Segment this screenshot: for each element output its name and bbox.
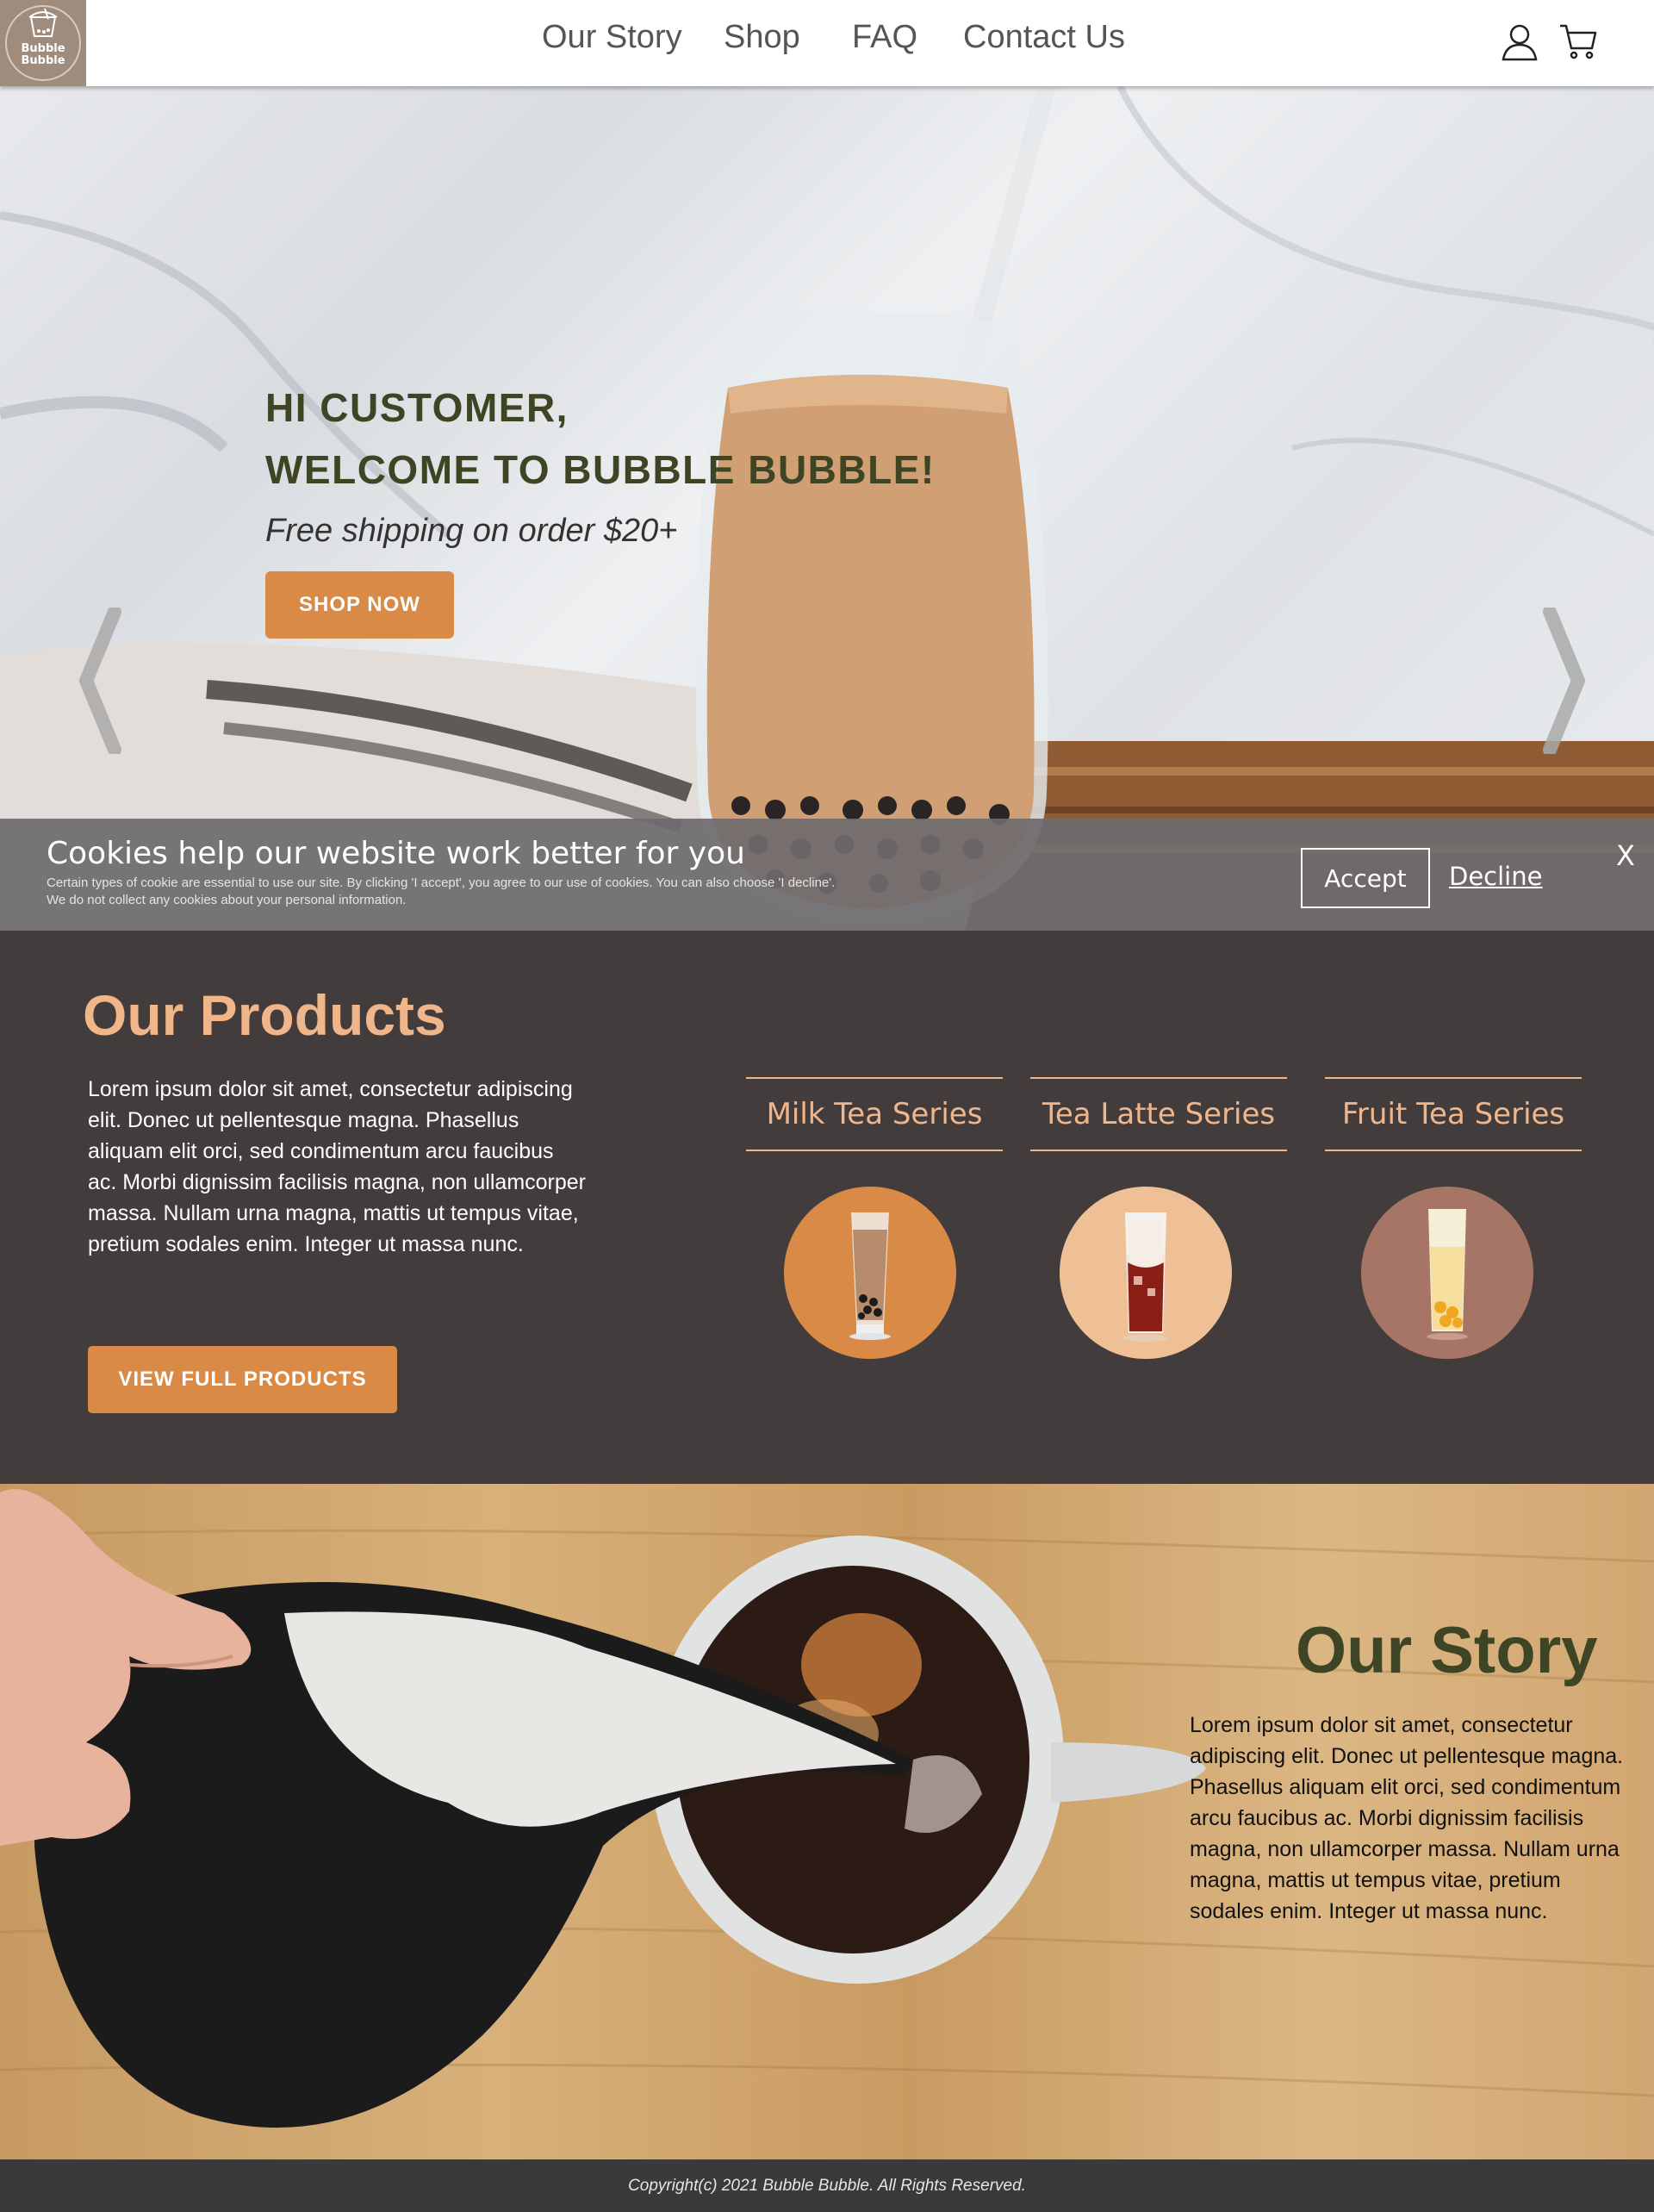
user-icon[interactable] [1499,21,1540,62]
chevron-left-icon[interactable] [76,608,127,754]
hero-background-image [0,86,1654,931]
story-heading: Our Story [1296,1614,1598,1687]
tab-tea-latte-series[interactable]: Tea Latte Series [1030,1077,1287,1151]
milk-tea-product[interactable] [784,1187,956,1359]
nav-contact-us[interactable]: Contact Us [963,19,1125,56]
view-full-products-button[interactable]: VIEW FULL PRODUCTS [88,1346,397,1413]
cookie-title: Cookies help our website work better for… [47,836,745,871]
nav-faq[interactable]: FAQ [852,19,917,56]
fruit-tea-drink-image [1427,1209,1468,1340]
close-icon[interactable]: X [1616,839,1635,872]
decline-cookies-link[interactable]: Decline [1449,862,1542,891]
products-heading: Our Products [83,983,446,1047]
products-description: Lorem ipsum dolor sit amet, consectetur … [88,1077,587,1256]
products-section: Our Products Lorem ipsum dolor sit amet,… [0,931,1654,1484]
site-header: Bubble Bubble Our Story Shop FAQ Contact… [0,0,1654,86]
hero-welcome: WELCOME TO BUBBLE BUBBLE! [265,447,936,492]
fruit-tea-product[interactable] [1361,1187,1533,1359]
shop-now-button[interactable]: SHOP NOW [265,571,454,639]
story-section: Our Story Lorem ipsum dolor sit amet, co… [0,1484,1654,2159]
chevron-right-icon[interactable] [1537,608,1589,754]
logo-text-line2: Bubble [21,54,65,67]
tab-fruit-tea-series[interactable]: Fruit Tea Series [1325,1077,1582,1151]
copyright-text: Copyright(c) 2021 Bubble Bubble. All Rig… [628,2177,1026,2195]
logo-text-line1: Bubble [21,42,65,55]
hero-subtitle: Free shipping on order $20+ [265,513,678,549]
tea-latte-product[interactable] [1060,1187,1232,1359]
cart-icon[interactable] [1558,21,1599,62]
cookie-text-line2: We do not collect any cookies about your… [47,893,407,907]
nav-our-story[interactable]: Our Story [542,19,682,56]
bubble-cup-icon [28,8,58,37]
accept-cookies-button[interactable]: Accept [1301,848,1430,908]
hero-banner: HI CUSTOMER, WELCOME TO BUBBLE BUBBLE! F… [0,86,1654,931]
tea-latte-drink-image [1123,1212,1168,1342]
story-description: Lorem ipsum dolor sit amet, consectetur … [1190,1713,1624,1923]
cookie-text-line1: Certain types of cookie are essential to… [47,875,836,890]
tab-milk-tea-series[interactable]: Milk Tea Series [746,1077,1003,1151]
hero-greeting: HI CUSTOMER, [265,385,569,430]
site-footer: Copyright(c) 2021 Bubble Bubble. All Rig… [0,2159,1654,2212]
brand-logo[interactable]: Bubble Bubble [0,0,86,86]
milk-tea-drink-image [849,1212,891,1340]
cookie-banner: Cookies help our website work better for… [0,819,1654,931]
nav-shop[interactable]: Shop [724,19,800,56]
